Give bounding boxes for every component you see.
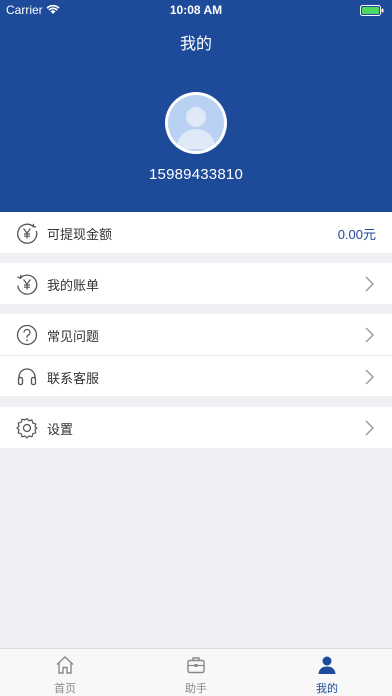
page-title: 我的 [179, 34, 212, 53]
home-icon [56, 656, 74, 674]
chevron-right-icon [365, 327, 374, 343]
chevron-right-icon [365, 276, 374, 292]
help-group: 常见问题 联系客服 [0, 314, 392, 396]
bill-group: 我的账单 [0, 263, 392, 304]
tab-assistant[interactable]: 助手 [131, 649, 261, 696]
settings-label: 设置 [47, 423, 74, 438]
question-circle-icon [16, 324, 38, 346]
yen-circle-icon [17, 223, 38, 244]
tab-home[interactable]: 首页 [0, 649, 130, 696]
battery-icon [360, 5, 384, 16]
faq-label: 常见问题 [47, 330, 100, 345]
bill-row[interactable]: 我的账单 [0, 263, 392, 304]
status-bar: Carrier 10:08 AM [0, 0, 392, 20]
user-avatar-icon [177, 107, 215, 149]
balance-group: 可提现金额 0.00元 [0, 212, 392, 253]
briefcase-icon [187, 657, 205, 674]
clock: 10:08 AM [169, 3, 223, 17]
settings-group: 设置 [0, 407, 392, 448]
profile-header: Carrier 10:08 AM 我的 15989433810 [0, 0, 392, 212]
settings-row[interactable]: 设置 [0, 407, 392, 448]
bill-label: 我的账单 [47, 279, 100, 294]
headset-icon [17, 368, 37, 386]
balance-value: 0.00元 [337, 227, 376, 242]
tab-bar: 首页 助手 我的 [0, 648, 392, 696]
service-label: 联系客服 [47, 372, 100, 387]
person-icon [318, 656, 336, 674]
avatar[interactable] [165, 92, 227, 154]
chevron-right-icon [365, 369, 374, 385]
balance-label: 可提现金额 [47, 228, 113, 243]
gear-icon [16, 417, 38, 439]
yen-refresh-icon [17, 274, 38, 295]
chevron-right-icon [365, 420, 374, 436]
tab-home-label: 首页 [54, 682, 76, 695]
balance-row[interactable]: 可提现金额 0.00元 [0, 212, 392, 253]
phone-number: 15989433810 [149, 166, 243, 183]
service-row[interactable]: 联系客服 [0, 355, 392, 396]
tab-assistant-label: 助手 [185, 682, 207, 695]
tab-mine-label: 我的 [316, 682, 338, 695]
faq-row[interactable]: 常见问题 [0, 314, 392, 355]
tab-mine[interactable]: 我的 [262, 649, 392, 696]
